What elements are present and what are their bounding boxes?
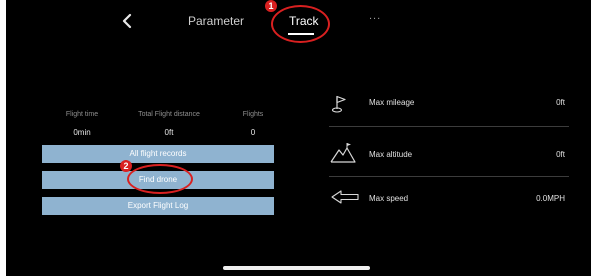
stat-header-flights: Flights — [242, 111, 264, 118]
annotation-circle-find-drone — [127, 164, 193, 194]
max-altitude-value: 0ft — [556, 150, 565, 159]
stat-value-flight-time: 0min — [73, 128, 91, 137]
export-flight-log-button[interactable]: Export Flight Log — [42, 197, 274, 215]
max-mileage-value: 0ft — [556, 98, 565, 107]
stat-value-total-distance: 0ft — [164, 128, 174, 137]
divider — [329, 126, 569, 127]
all-flight-records-button[interactable]: All flight records — [42, 145, 274, 163]
home-indicator[interactable] — [223, 266, 370, 270]
max-speed-value: 0.0MPH — [536, 194, 565, 203]
mountain-icon — [330, 142, 356, 169]
annotation-badge-2: 2 — [120, 160, 132, 172]
stat-header-total-distance: Total Flight distance — [138, 111, 200, 118]
divider — [329, 176, 569, 177]
back-button[interactable] — [119, 12, 135, 30]
chevron-left-icon — [122, 13, 132, 29]
max-altitude-label: Max altitude — [369, 150, 413, 159]
arrow-left-icon — [331, 189, 359, 210]
tab-more[interactable]: ... — [369, 10, 381, 22]
max-mileage-label: Max mileage — [369, 98, 415, 107]
tab-parameter[interactable]: Parameter — [188, 14, 244, 28]
stat-header-flight-time: Flight time — [65, 111, 99, 118]
app-screen: Parameter Track ... 1 Flight time Total … — [6, 0, 591, 276]
max-speed-label: Max speed — [369, 194, 409, 203]
annotation-circle-track — [271, 5, 330, 43]
annotation-badge-1: 1 — [265, 0, 277, 12]
stat-value-flights: 0 — [250, 128, 256, 137]
flag-icon — [330, 94, 350, 119]
